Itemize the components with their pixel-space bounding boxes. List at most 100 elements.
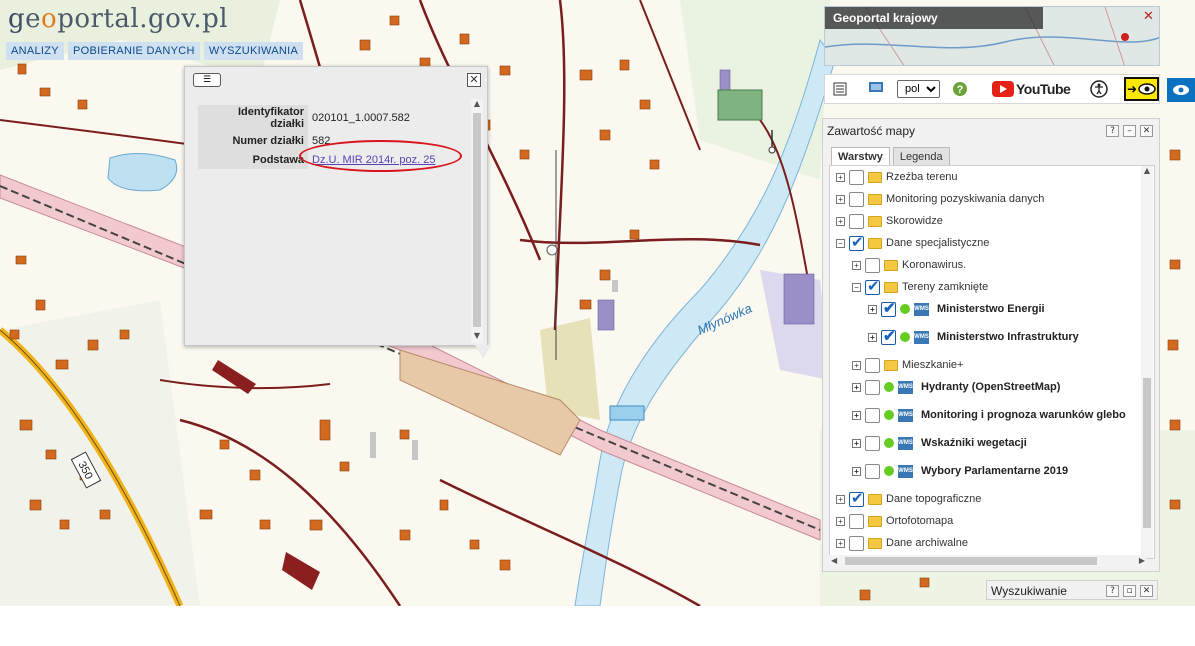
layer-item[interactable]: + Skorowidze: [836, 212, 943, 230]
layer-checkbox[interactable]: [865, 257, 880, 273]
layer-checkbox[interactable]: [865, 407, 880, 423]
expand-icon[interactable]: +: [852, 382, 861, 392]
expand-icon[interactable]: +: [852, 410, 861, 420]
popup-scrollbar[interactable]: ▲ ▼: [471, 99, 483, 343]
layer-item[interactable]: + WMS Ministerstwo Energii: [868, 299, 1045, 318]
folder-icon: [868, 215, 882, 227]
search-panel[interactable]: Wyszukiwanie ? ▫ ✕: [986, 580, 1158, 600]
layer-checkbox[interactable]: [849, 489, 864, 507]
layer-item[interactable]: − Dane specjalistyczne: [836, 233, 989, 252]
layer-label: Monitoring pozyskiwania danych: [886, 193, 1045, 205]
svg-text:?: ?: [957, 84, 964, 96]
eye-side-button[interactable]: [1167, 78, 1195, 102]
layer-item[interactable]: + Dane topograficzne: [836, 489, 982, 508]
layer-item[interactable]: + Ortofotomapa: [836, 512, 953, 530]
close-icon[interactable]: ✕: [467, 73, 481, 87]
layer-checkbox[interactable]: [849, 513, 864, 529]
expand-icon[interactable]: +: [836, 516, 845, 526]
youtube-button[interactable]: YouTube: [992, 81, 1071, 97]
youtube-play-icon: [992, 81, 1014, 97]
close-icon[interactable]: ✕: [1140, 585, 1153, 597]
scroll-thumb[interactable]: [473, 113, 481, 327]
language-select[interactable]: pol: [897, 80, 940, 98]
expand-icon[interactable]: +: [836, 494, 845, 504]
scroll-down-icon[interactable]: ▼: [471, 331, 483, 343]
layer-checkbox[interactable]: [865, 357, 880, 373]
expand-icon[interactable]: +: [852, 438, 861, 448]
layer-checkbox[interactable]: [849, 169, 864, 185]
expand-icon[interactable]: +: [836, 216, 845, 226]
minimize-icon[interactable]: –: [1123, 125, 1136, 137]
expand-icon[interactable]: +: [836, 194, 845, 204]
layer-checkbox[interactable]: [865, 435, 880, 451]
maximize-icon[interactable]: ▫: [1123, 585, 1136, 597]
layer-item[interactable]: + Mieszkanie+: [852, 356, 963, 374]
scroll-right-icon[interactable]: ▶: [1139, 556, 1145, 565]
layer-checkbox[interactable]: [881, 299, 896, 317]
close-icon[interactable]: ✕: [1143, 9, 1157, 24]
wms-icon: WMS: [914, 330, 929, 344]
layer-item[interactable]: + WMS Wskaźniki wegetacji: [852, 434, 1027, 452]
geoportal-krajowy-panel[interactable]: Geoportal krajowy ✕: [824, 6, 1160, 66]
layer-checkbox[interactable]: [865, 463, 880, 479]
expand-icon[interactable]: +: [836, 172, 845, 182]
expand-icon[interactable]: +: [836, 538, 845, 548]
layer-item[interactable]: + Monitoring pozyskiwania danych: [836, 190, 1044, 208]
tab-warstwy[interactable]: Warstwy: [831, 147, 890, 167]
collapse-icon[interactable]: −: [852, 282, 861, 292]
scroll-thumb[interactable]: [845, 557, 1097, 565]
help-icon[interactable]: ?: [952, 80, 968, 98]
row-key: Numer działki: [198, 131, 308, 150]
help-icon[interactable]: ?: [1106, 585, 1119, 597]
expand-icon[interactable]: +: [868, 332, 877, 342]
scroll-thumb[interactable]: [1143, 378, 1151, 528]
wms-icon: WMS: [914, 302, 929, 316]
tree-horizontal-scrollbar[interactable]: ◀ ▶: [829, 555, 1147, 567]
geoportal-krajowy-title: Geoportal krajowy: [825, 7, 1043, 29]
layer-label: Skorowidze: [886, 215, 943, 227]
layer-checkbox[interactable]: [865, 379, 880, 395]
help-icon[interactable]: ?: [1106, 125, 1119, 137]
wms-add-icon[interactable]: [867, 80, 885, 98]
layer-checkbox[interactable]: [865, 277, 880, 295]
layer-item[interactable]: + Rzeźba terenu: [836, 168, 958, 186]
tree-scrollbar[interactable]: ▲: [1141, 166, 1153, 558]
geoportal-logo[interactable]: geoportal.gov.pl: [8, 4, 228, 34]
layer-item[interactable]: + WMS Wybory Parlamentarne 2019: [852, 462, 1068, 480]
expand-icon[interactable]: +: [852, 466, 861, 476]
tab-legenda[interactable]: Legenda: [892, 147, 950, 167]
expand-icon[interactable]: +: [852, 260, 861, 270]
layer-item[interactable]: + Dane archiwalne: [836, 534, 968, 552]
scroll-up-icon[interactable]: ▲: [471, 99, 483, 111]
layer-checkbox[interactable]: [849, 233, 864, 251]
layer-item[interactable]: + WMS Hydranty (OpenStreetMap): [852, 378, 1060, 396]
expand-icon[interactable]: +: [868, 304, 877, 314]
list-icon[interactable]: ☰: [193, 73, 221, 87]
layer-item[interactable]: + WMS Ministerstwo Infrastruktury: [868, 327, 1079, 346]
search-panel-title: Wyszukiwanie: [991, 584, 1067, 598]
layer-item[interactable]: − Tereny zamknięte: [852, 277, 988, 296]
layer-item[interactable]: + WMS Monitoring i prognoza warunków glebo: [852, 406, 1126, 424]
layer-checkbox[interactable]: [849, 535, 864, 551]
scroll-up-icon[interactable]: ▲: [1141, 166, 1153, 178]
youtube-label: YouTube: [1016, 81, 1071, 97]
collapse-icon[interactable]: −: [836, 238, 845, 248]
folder-icon: [868, 193, 882, 205]
expand-icon[interactable]: +: [852, 360, 861, 370]
calculator-icon[interactable]: [833, 80, 847, 98]
layer-label: Dane topograficzne: [886, 493, 982, 505]
accessibility-icon[interactable]: [1090, 80, 1109, 98]
measure-point: [546, 244, 558, 256]
close-icon[interactable]: ✕: [1140, 125, 1153, 137]
layer-checkbox[interactable]: [881, 327, 896, 345]
large-buildings: [212, 360, 320, 590]
nav-pobieranie-danych[interactable]: POBIERANIE DANYCH: [67, 42, 200, 60]
nav-analizy[interactable]: ANALIZY: [6, 42, 64, 60]
scroll-left-icon[interactable]: ◀: [831, 556, 837, 565]
layer-item[interactable]: + Koronawirus.: [852, 256, 966, 274]
nav-wyszukiwania[interactable]: WYSZUKIWANIA: [203, 42, 304, 60]
folder-icon: [868, 237, 882, 249]
layer-checkbox[interactable]: [849, 191, 864, 207]
layer-checkbox[interactable]: [849, 213, 864, 229]
contrast-toggle-button[interactable]: ➜: [1124, 77, 1159, 101]
